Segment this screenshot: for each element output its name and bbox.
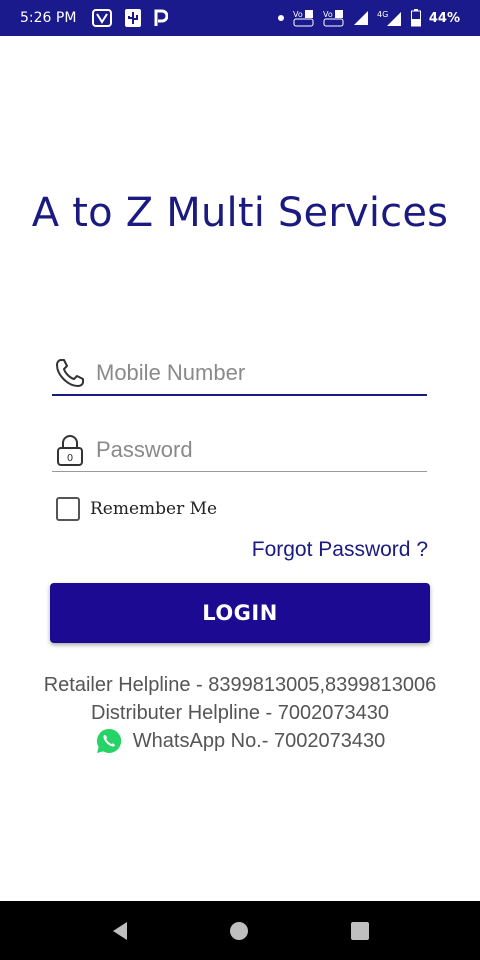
battery-icon	[410, 8, 421, 28]
signal-icon	[353, 8, 369, 28]
remember-me-label: Remember Me	[90, 499, 218, 519]
volte-sim2-icon: Vo	[323, 8, 345, 28]
svg-text:Vo: Vo	[323, 10, 333, 19]
battery-percent: 44%	[428, 10, 460, 26]
status-right: Vo Vo 4G 44%	[277, 8, 460, 28]
status-bar: 5:26 PM Vo Vo 4G 44%	[0, 0, 480, 36]
recents-icon[interactable]	[340, 911, 380, 951]
app-title: A to Z Multi Services	[31, 190, 449, 236]
dot-icon	[277, 8, 285, 28]
svg-text:0: 0	[67, 453, 73, 464]
whatsapp-number: WhatsApp No.- 7002073430	[132, 729, 386, 752]
mobile-number-field[interactable]	[52, 352, 427, 396]
distributer-helpline: Distributer Helpline - 7002073430	[91, 702, 389, 724]
retailer-helpline: Retailer Helpline - 8399813005,839981300…	[43, 674, 437, 696]
remember-me[interactable]: Remember Me	[56, 497, 217, 521]
remember-me-checkbox[interactable]	[56, 497, 80, 521]
password-field[interactable]: 0	[52, 428, 427, 472]
lock-icon: 0	[52, 432, 88, 468]
forgot-password-link[interactable]: Forgot Password ?	[252, 538, 428, 562]
phone-icon	[52, 355, 88, 391]
network-label: 4G	[377, 10, 388, 19]
whatsapp-icon	[95, 727, 123, 755]
status-left: 5:26 PM	[20, 8, 169, 28]
svg-text:Vo: Vo	[293, 10, 303, 19]
signal-4g-icon: 4G	[377, 8, 403, 28]
paytm-icon	[154, 8, 169, 28]
login-button[interactable]: LOGIN	[50, 583, 430, 643]
status-time: 5:26 PM	[20, 10, 77, 26]
navigation-bar	[0, 901, 480, 960]
password-input[interactable]	[96, 436, 416, 463]
home-icon[interactable]	[219, 911, 259, 951]
back-icon[interactable]	[100, 911, 140, 951]
mobile-number-input[interactable]	[96, 360, 416, 386]
whatsapp-helpline: WhatsApp No.- 7002073430	[0, 727, 480, 755]
usb-icon	[124, 8, 142, 28]
video-app-icon	[92, 8, 113, 28]
volte-sim1-icon: Vo	[293, 8, 315, 28]
